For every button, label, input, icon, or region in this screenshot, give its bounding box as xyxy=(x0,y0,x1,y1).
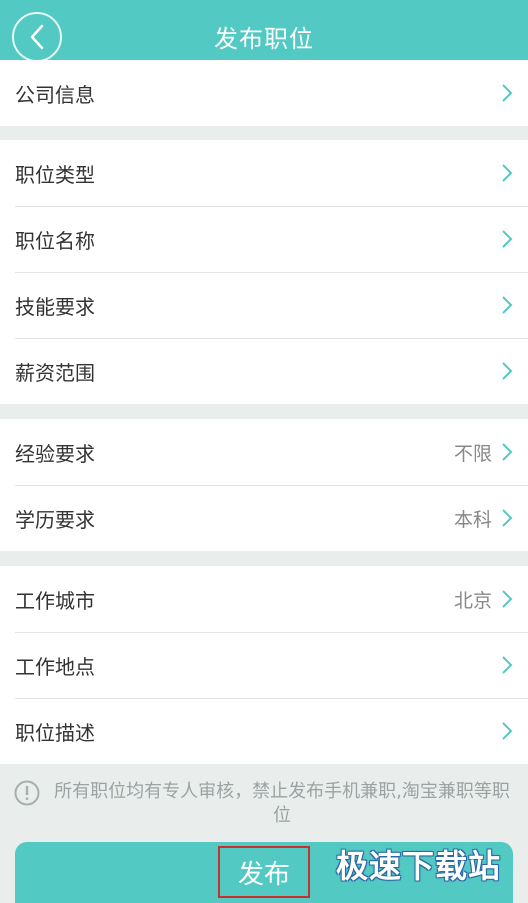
chevron-right-icon xyxy=(502,656,513,674)
back-button[interactable] xyxy=(12,12,62,62)
row-salary-range[interactable]: 薪资范围 xyxy=(0,338,528,404)
form-group-location: 工作城市 北京 工作地点 职位描述 xyxy=(0,566,528,764)
chevron-left-icon xyxy=(30,24,44,50)
row-label: 职位类型 xyxy=(15,162,95,187)
row-value: 本科 xyxy=(453,508,492,531)
chevron-right-icon xyxy=(502,590,513,608)
chevron-right-icon xyxy=(502,164,513,182)
chevron-right-icon xyxy=(502,296,513,314)
row-education[interactable]: 学历要求 本科 xyxy=(0,485,528,551)
row-position-description[interactable]: 职位描述 xyxy=(0,698,528,764)
row-work-city[interactable]: 工作城市 北京 xyxy=(0,566,528,632)
watermark: 极速下载站 xyxy=(336,847,502,885)
row-value: 北京 xyxy=(453,589,492,612)
row-position-type[interactable]: 职位类型 xyxy=(0,140,528,206)
row-label: 工作地点 xyxy=(15,654,95,679)
row-label: 经验要求 xyxy=(15,441,95,466)
row-label: 职位名称 xyxy=(15,228,95,253)
chevron-right-icon xyxy=(502,722,513,740)
chevron-right-icon xyxy=(502,84,513,102)
row-experience[interactable]: 经验要求 不限 xyxy=(0,419,528,485)
chevron-right-icon xyxy=(502,362,513,380)
row-label: 工作城市 xyxy=(15,588,95,613)
row-label: 薪资范围 xyxy=(15,360,95,385)
row-work-location[interactable]: 工作地点 xyxy=(0,632,528,698)
row-label: 公司信息 xyxy=(15,82,95,107)
row-skill-requirements[interactable]: 技能要求 xyxy=(0,272,528,338)
row-company-info[interactable]: 公司信息 xyxy=(0,60,528,126)
chevron-right-icon xyxy=(502,443,513,461)
publish-button-label: 发布 xyxy=(218,846,310,898)
row-label: 学历要求 xyxy=(15,507,95,532)
chevron-right-icon xyxy=(502,509,513,527)
review-notice: 所有职位均有专人审核，禁止发布手机兼职,淘宝兼职等职位 xyxy=(0,768,528,830)
form-group-company: 公司信息 xyxy=(0,60,528,126)
row-position-name[interactable]: 职位名称 xyxy=(0,206,528,272)
form-group-requirements: 经验要求 不限 学历要求 本科 xyxy=(0,419,528,551)
row-label: 职位描述 xyxy=(15,720,95,745)
page-title: 发布职位 xyxy=(214,25,314,53)
notice-text: 所有职位均有专人审核，禁止发布手机兼职,淘宝兼职等职位 xyxy=(54,781,510,826)
row-label: 技能要求 xyxy=(15,294,95,319)
exclamation-circle-icon xyxy=(14,780,40,806)
row-value: 不限 xyxy=(453,442,492,465)
form-group-position: 职位类型 职位名称 技能要求 薪资范围 xyxy=(0,140,528,404)
chevron-right-icon xyxy=(502,230,513,248)
